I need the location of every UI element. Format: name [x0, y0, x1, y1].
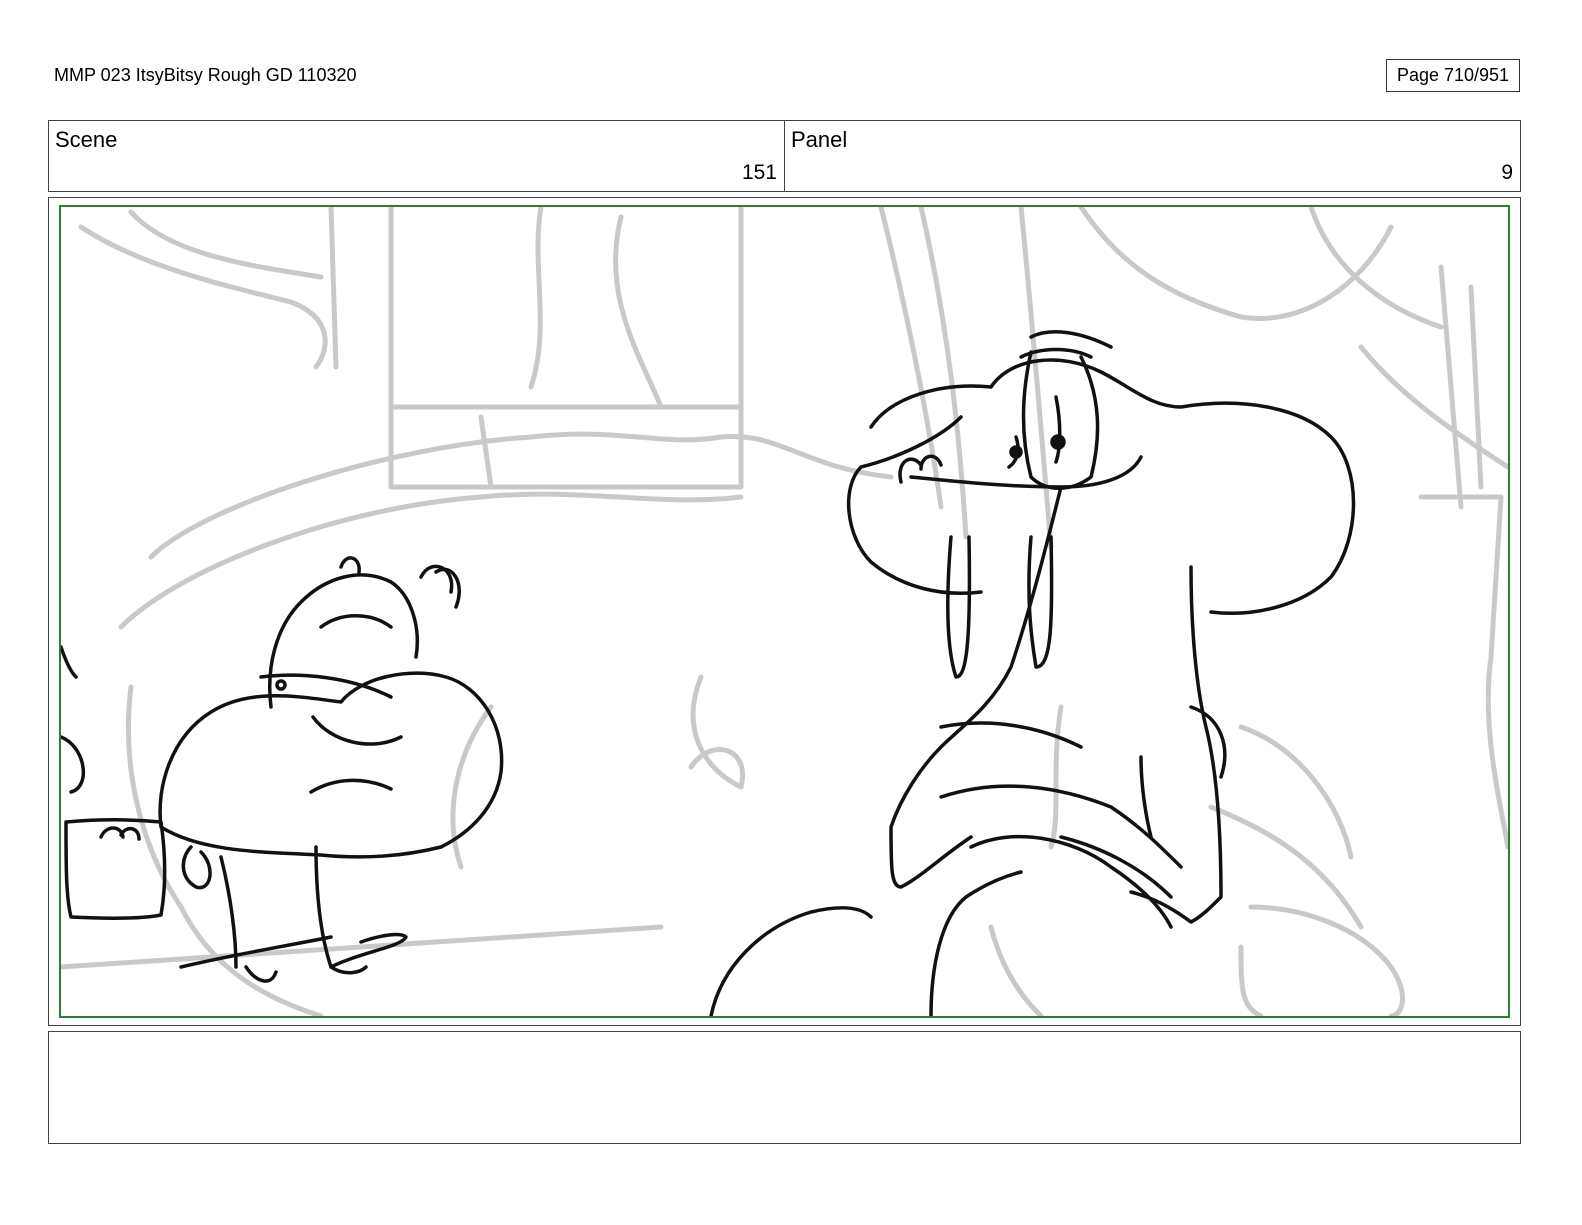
storyboard-title: MMP 023 ItsyBitsy Rough GD 110320: [54, 65, 357, 85]
scene-label: Scene: [55, 127, 118, 152]
scene-panel-row: Scene 151 Panel 9: [48, 120, 1521, 192]
scene-number: 151: [741, 161, 777, 184]
sketch-illustration: [61, 207, 1508, 1016]
panel-cell: Panel 9: [785, 121, 1520, 191]
panel-label: Panel: [791, 127, 848, 152]
storyboard-drawing: [59, 205, 1510, 1018]
panel-number: 9: [1501, 161, 1513, 184]
scene-cell: Scene 151: [49, 121, 785, 191]
page-number-box: Page 710/951: [1386, 59, 1520, 92]
background-layout-sketch: [61, 207, 1508, 1016]
notes-box: [48, 1031, 1521, 1144]
right-character-sketch: [709, 330, 1356, 1016]
